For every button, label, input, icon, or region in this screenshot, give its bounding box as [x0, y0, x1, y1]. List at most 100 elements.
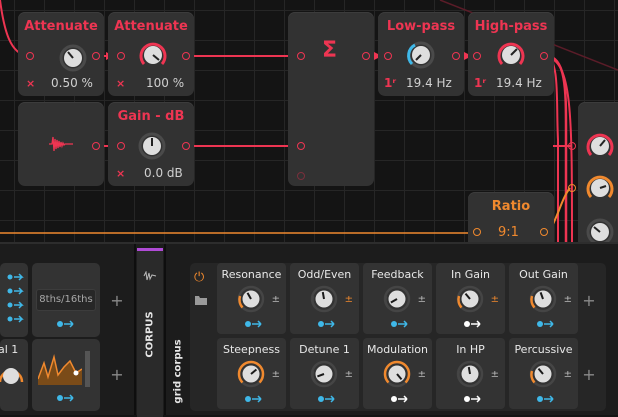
- add-button[interactable]: +: [578, 290, 600, 312]
- sum-module[interactable]: Σ: [288, 12, 374, 186]
- input-port[interactable]: [473, 228, 481, 236]
- module-title: High-pass: [474, 19, 548, 34]
- input-port-3[interactable]: [297, 172, 305, 180]
- attack-knob[interactable]: [584, 216, 616, 242]
- gain-knob[interactable]: [136, 130, 168, 162]
- modulation-arrow-icon[interactable]: [244, 394, 264, 404]
- param-out-gain[interactable]: Out Gain ±: [509, 263, 578, 334]
- param-knob[interactable]: [383, 285, 411, 317]
- modulation-arrow-icon[interactable]: [390, 394, 410, 404]
- filter-order[interactable]: 1ʳ: [384, 76, 396, 90]
- param-knob[interactable]: [310, 360, 338, 392]
- output-port[interactable]: [452, 52, 460, 60]
- param-knob[interactable]: [237, 360, 265, 392]
- modulation-toggle[interactable]: ±: [418, 369, 426, 380]
- param-knob[interactable]: [529, 285, 557, 317]
- gain-db-module[interactable]: Gain - dB × 0.0 dB: [108, 102, 194, 186]
- power-icon[interactable]: ⏻: [194, 271, 208, 285]
- param-knob[interactable]: [383, 360, 411, 392]
- param-knob[interactable]: [529, 360, 557, 392]
- input-port-2[interactable]: [297, 142, 305, 150]
- param-label: Steepness: [222, 343, 280, 356]
- modulation-arrow-icon[interactable]: [317, 394, 337, 404]
- output-port[interactable]: [540, 52, 548, 60]
- add-button[interactable]: +: [106, 364, 128, 386]
- rate-cell[interactable]: 8ths/16ths: [32, 263, 100, 337]
- param-resonance[interactable]: Resonance ±: [217, 263, 286, 334]
- param-percussive[interactable]: Percussive ±: [509, 338, 578, 409]
- corpus-device-tab[interactable]: CORPUS: [137, 248, 163, 417]
- highpass-filter-module[interactable]: High-pass 1ʳ 19.4 Hz: [468, 12, 554, 96]
- modulation-arrow-icon[interactable]: [390, 319, 410, 329]
- output-port[interactable]: [182, 52, 190, 60]
- modulation-toggle[interactable]: ±: [418, 294, 426, 305]
- routing-cell[interactable]: [0, 263, 28, 337]
- remove-icon[interactable]: ×: [26, 77, 35, 90]
- param-modulation[interactable]: Modulation ±: [363, 338, 432, 409]
- modulation-arrow-icon: [57, 320, 74, 328]
- cutoff-knob[interactable]: [404, 38, 438, 72]
- modulation-arrow-icon[interactable]: [463, 394, 483, 404]
- waveform-level-bar[interactable]: [85, 351, 90, 387]
- input-port[interactable]: [473, 52, 481, 60]
- output-port[interactable]: [92, 142, 100, 150]
- input-port[interactable]: [117, 52, 125, 60]
- modulation-arrow-icon[interactable]: [244, 319, 264, 329]
- lfo-knob[interactable]: [0, 363, 26, 389]
- param-feedback[interactable]: Feedback ±: [363, 263, 432, 334]
- cutoff-knob[interactable]: [494, 38, 528, 72]
- modulation-arrow-icon[interactable]: [463, 319, 483, 329]
- ratio-input-port[interactable]: [568, 184, 576, 192]
- modulation-toggle[interactable]: ±: [564, 294, 572, 305]
- remove-icon[interactable]: ×: [116, 77, 125, 90]
- modulation-toggle[interactable]: ±: [491, 369, 499, 380]
- param-knob[interactable]: [310, 285, 338, 317]
- output-port[interactable]: [362, 52, 370, 60]
- amount-knob[interactable]: [58, 43, 88, 73]
- modulation-arrow-icon[interactable]: [317, 319, 337, 329]
- output-port[interactable]: [182, 142, 190, 150]
- param-in-hp[interactable]: In HP ±: [436, 338, 505, 409]
- compressor-partial-module[interactable]: [568, 102, 618, 242]
- input-port[interactable]: [26, 52, 34, 60]
- attenuate-modulator-2[interactable]: Attenuate × 100 %: [108, 12, 194, 96]
- ratio-value: 9:1: [498, 225, 519, 240]
- param-knob[interactable]: [237, 285, 265, 317]
- lowpass-filter-module[interactable]: Low-pass 1ʳ 19.4 Hz: [378, 12, 464, 96]
- add-button[interactable]: +: [106, 290, 128, 312]
- input-port[interactable]: [117, 142, 125, 150]
- add-button[interactable]: +: [578, 364, 600, 386]
- modulation-toggle[interactable]: ±: [272, 294, 280, 305]
- param-steepness[interactable]: Steepness ±: [217, 338, 286, 409]
- modulation-toggle[interactable]: ±: [272, 369, 280, 380]
- output-port[interactable]: [92, 52, 100, 60]
- input-port[interactable]: [384, 52, 392, 60]
- modulation-arrow-icon[interactable]: [536, 394, 556, 404]
- input-port[interactable]: [568, 142, 576, 150]
- param-detune-1[interactable]: Detune 1 ±: [290, 338, 359, 409]
- output-port[interactable]: [540, 228, 548, 236]
- envelope-module[interactable]: [18, 102, 104, 186]
- modulation-toggle[interactable]: ±: [345, 369, 353, 380]
- ratio-knob[interactable]: [584, 172, 616, 204]
- param-knob[interactable]: [456, 360, 484, 392]
- waveform-cell[interactable]: [32, 339, 100, 411]
- folder-icon[interactable]: [194, 294, 208, 306]
- remove-icon[interactable]: ×: [116, 167, 125, 180]
- param-odd-even[interactable]: Odd/Even ±: [290, 263, 359, 334]
- modulation-toggle[interactable]: ±: [345, 294, 353, 305]
- input-port-1[interactable]: [297, 52, 305, 60]
- modulation-toggle[interactable]: ±: [564, 369, 572, 380]
- attenuate-modulator-1[interactable]: Attenuate × 0.50 %: [18, 12, 104, 96]
- amount-knob[interactable]: [136, 38, 170, 72]
- modulation-arrow-icon[interactable]: [536, 319, 556, 329]
- modulation-toggle[interactable]: ±: [491, 294, 499, 305]
- modulation-grid[interactable]: Attenuate × 0.50 % Attenuate × 100 % Σ L: [0, 0, 618, 242]
- param-knob[interactable]: [456, 285, 484, 317]
- ratio-module[interactable]: Ratio 9:1: [468, 192, 554, 242]
- threshold-knob[interactable]: [584, 130, 616, 162]
- lfo-cell[interactable]: al 1: [0, 339, 28, 411]
- rate-selector[interactable]: 8ths/16ths: [36, 289, 96, 311]
- param-in-gain[interactable]: In Gain ±: [436, 263, 505, 334]
- filter-order[interactable]: 1ʳ: [474, 76, 486, 90]
